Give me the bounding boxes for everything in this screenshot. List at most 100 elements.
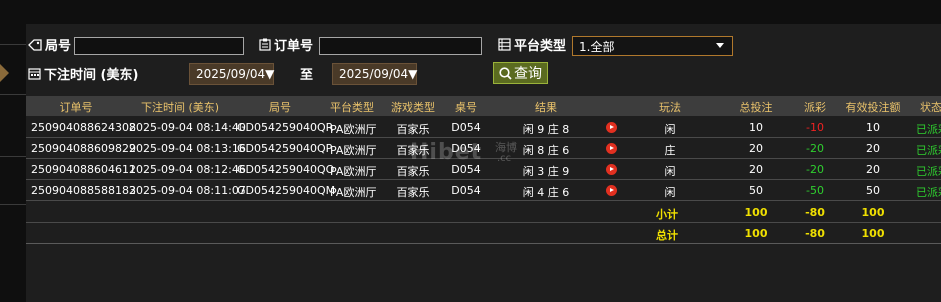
cell-bet: 20: [749, 163, 763, 176]
order-label-text: 订单号: [274, 39, 314, 54]
watermark-brand: Hibet: [410, 140, 483, 165]
sidebar-arrow-icon: [0, 64, 9, 82]
cell-time: 2025-09-04 08:12:46: [129, 163, 246, 176]
play-video-icon[interactable]: [606, 143, 617, 154]
col-result: 结果: [535, 101, 557, 114]
cell-table: D054: [451, 184, 481, 197]
chevron-down-icon: [716, 43, 724, 48]
cell-valid: 10: [866, 121, 880, 134]
cell-payout: -50: [806, 184, 824, 197]
search-icon: [499, 66, 512, 80]
cell-round: GD054259040QO: [237, 163, 335, 176]
cell-platform: PA欧洲厅: [330, 186, 377, 199]
col-time: 下注时间 (美东): [140, 101, 220, 114]
cell-time: 2025-09-04 08:14:40: [129, 121, 246, 134]
cell-result: 闲 8 庄 6: [522, 144, 570, 157]
cell-round: GD054259040QP: [237, 142, 333, 155]
cell-valid: 20: [866, 163, 880, 176]
subtotal-bet: 100: [744, 206, 768, 219]
cell-game: 百家乐: [396, 165, 430, 178]
cell-order: 250904088609829: [31, 142, 136, 155]
cell-round: GD054259040QM: [237, 184, 336, 197]
col-table: 桌号: [455, 101, 477, 114]
top-bar: [0, 0, 941, 25]
platform-select[interactable]: 1.全部: [572, 36, 733, 56]
cell-platform: PA欧洲厅: [330, 144, 377, 157]
cell-play: 闲: [664, 186, 676, 199]
platform-label: 平台类型: [498, 35, 566, 54]
cell-play: 闲: [664, 123, 676, 136]
cell-order: 250904088604611: [31, 163, 136, 176]
play-video-icon[interactable]: [606, 185, 617, 196]
cell-status: 已派彩: [916, 165, 941, 178]
col-status: 状态: [920, 101, 941, 114]
cell-result: 闲 9 庄 8: [522, 123, 570, 136]
order-label: 订单号: [259, 35, 313, 54]
round-label-text: 局号: [45, 39, 72, 54]
cell-payout: -10: [806, 121, 824, 134]
play-video-icon[interactable]: [606, 122, 617, 133]
clipboard-icon: [259, 38, 271, 51]
total-label: 总计: [656, 229, 678, 242]
watermark-domain: .cc: [497, 153, 512, 164]
cell-result: 闲 3 庄 9: [522, 165, 570, 178]
subtotal-payout: -80: [805, 206, 825, 219]
col-game: 游戏类型: [391, 101, 435, 114]
query-button-label: 查询: [514, 66, 542, 82]
cell-status: 已派彩: [916, 144, 941, 157]
col-payout: 派彩: [804, 101, 826, 114]
cell-round: GD054259040QR: [237, 121, 334, 134]
table-row[interactable]: 250904088604611 2025-09-04 08:12:46 GD05…: [26, 159, 941, 180]
cell-game: 百家乐: [396, 123, 430, 136]
col-order: 订单号: [59, 101, 93, 114]
platform-label-text: 平台类型: [514, 39, 567, 54]
tag-icon: [28, 38, 42, 51]
col-platform: 平台类型: [330, 101, 374, 114]
table-row[interactable]: 250904088588183 2025-09-04 08:11:07 GD05…: [26, 180, 941, 201]
calendar-icon: [28, 68, 41, 80]
cell-order: 250904088624308: [31, 121, 136, 134]
subtotal-label: 小计: [656, 208, 678, 221]
query-button[interactable]: 查询: [493, 62, 548, 84]
platform-select-value: 1.全部: [579, 39, 615, 54]
bet-time-label: 下注时间 (美东): [28, 64, 138, 83]
cell-platform: PA欧洲厅: [330, 123, 377, 136]
subtotal-row: 小计 100 -80 100: [26, 202, 941, 223]
to-label: 至: [300, 68, 314, 83]
cell-bet: 10: [749, 121, 763, 134]
cell-time: 2025-09-04 08:13:16: [129, 142, 246, 155]
cell-game: 百家乐: [396, 186, 430, 199]
left-sidebar: [0, 24, 27, 302]
col-valid: 有效投注额: [845, 101, 901, 114]
date-to-picker[interactable]: 2025/09/04▼: [332, 63, 417, 85]
cell-play: 闲: [664, 165, 676, 178]
cell-valid: 20: [866, 142, 880, 155]
bet-time-label-text: 下注时间 (美东): [44, 68, 139, 83]
cell-status: 已派彩: [916, 123, 941, 136]
cell-play: 庄: [664, 144, 676, 157]
cell-order: 250904088588183: [31, 184, 136, 197]
cell-payout: -20: [806, 142, 824, 155]
order-input[interactable]: [319, 37, 482, 55]
cell-payout: -20: [806, 163, 824, 176]
round-label: 局号: [28, 35, 71, 54]
total-payout: -80: [805, 227, 825, 240]
total-row: 总计 100 -80 100: [26, 223, 941, 244]
cell-valid: 50: [866, 184, 880, 197]
list-icon: [498, 38, 511, 51]
col-play: 玩法: [659, 101, 681, 114]
play-video-icon[interactable]: [606, 164, 617, 175]
cell-platform: PA欧洲厅: [330, 165, 377, 178]
round-input[interactable]: [74, 37, 244, 55]
table-row[interactable]: 250904088624308 2025-09-04 08:14:40 GD05…: [26, 117, 941, 138]
total-bet: 100: [744, 227, 768, 240]
cell-bet: 20: [749, 142, 763, 155]
table-header: 订单号 下注时间 (美东) 局号 平台类型 游戏类型 桌号 结果 玩法 总投注 …: [26, 96, 941, 116]
cell-time: 2025-09-04 08:11:07: [129, 184, 246, 197]
cell-result: 闲 4 庄 6: [522, 186, 570, 199]
date-from-picker[interactable]: 2025/09/04▼: [189, 63, 274, 85]
table-row[interactable]: 250904088609829 2025-09-04 08:13:16 GD05…: [26, 138, 941, 159]
subtotal-valid: 100: [861, 206, 885, 219]
total-valid: 100: [861, 227, 885, 240]
col-bet: 总投注: [739, 101, 773, 114]
